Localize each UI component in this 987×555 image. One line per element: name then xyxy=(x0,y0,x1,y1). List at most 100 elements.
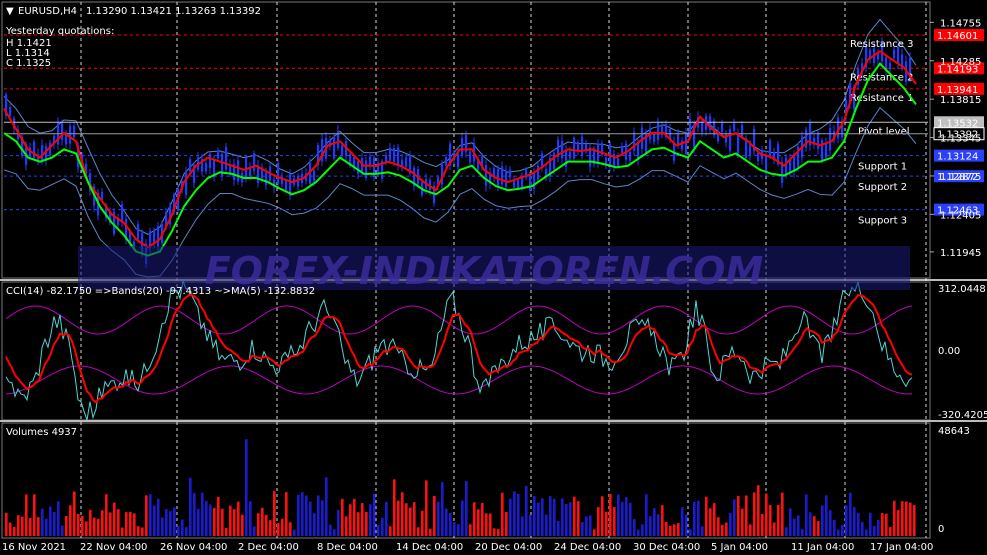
yesterday-title: Yesterday quotations: xyxy=(5,26,114,37)
volume-bar xyxy=(577,501,580,536)
volume-bar xyxy=(353,498,356,536)
volume-bar xyxy=(525,485,528,536)
candle-body xyxy=(577,142,580,151)
volume-bar xyxy=(901,501,904,536)
volume-bar xyxy=(157,498,160,536)
volume-bar xyxy=(193,492,196,536)
candle-body xyxy=(657,122,660,141)
volume-bar xyxy=(225,527,228,536)
volume-bar xyxy=(557,520,560,536)
ohlc-values: 1.13290 1.13421 1.13263 1.13392 xyxy=(86,6,261,17)
volume-bar xyxy=(621,502,624,536)
candle-body xyxy=(461,138,464,156)
volume-bar xyxy=(109,512,112,536)
volume-bar xyxy=(753,492,756,536)
volume-bar xyxy=(681,507,684,536)
volume-bar xyxy=(637,529,640,536)
volume-bar xyxy=(821,505,824,536)
volume-bar xyxy=(745,495,748,536)
volume-bar xyxy=(265,514,268,536)
time-label: 14 Dec 04:00 xyxy=(396,542,463,553)
candle-body xyxy=(633,132,636,151)
candle-body xyxy=(701,121,704,133)
volume-bar xyxy=(221,508,224,536)
volume-bar xyxy=(485,513,488,536)
volume-bar xyxy=(349,504,352,536)
volume-bar xyxy=(585,516,588,536)
volume-bar xyxy=(565,504,568,536)
volume-bar xyxy=(333,529,336,536)
volume-bar xyxy=(177,525,180,536)
candle-body xyxy=(61,123,64,140)
candle-body xyxy=(821,140,824,161)
candle-body xyxy=(733,123,736,131)
candle-body xyxy=(69,125,72,144)
time-label: 5 Jan 04:00 xyxy=(711,542,768,553)
candle-body xyxy=(729,129,732,151)
candle-body xyxy=(537,165,540,180)
volume-bar xyxy=(805,494,808,536)
volume-axis: 48643 0 xyxy=(938,426,970,535)
volume-bar xyxy=(181,519,184,536)
volume-bar xyxy=(401,492,404,536)
volume-bar xyxy=(213,507,216,536)
volume-bar xyxy=(625,497,628,536)
volume-bar xyxy=(237,501,240,536)
volume-bar xyxy=(257,513,260,536)
candle-body xyxy=(365,160,368,179)
volume-bar xyxy=(465,481,468,536)
volume-bar xyxy=(913,505,916,536)
candle-body xyxy=(405,157,408,167)
candle-body xyxy=(529,175,532,191)
volume-bar xyxy=(77,514,80,536)
volume-bar xyxy=(521,516,524,536)
volume-bar xyxy=(617,494,620,536)
volume-bar xyxy=(865,529,868,536)
volume-bar xyxy=(845,505,848,536)
volume-bar xyxy=(321,500,324,536)
candle-body xyxy=(505,171,508,187)
volume-bar xyxy=(29,518,32,536)
volume-bar xyxy=(741,508,744,536)
volume-bar xyxy=(73,491,76,536)
level-price-label: 1.13124 xyxy=(937,152,978,163)
volume-bar xyxy=(873,526,876,536)
volume-bar xyxy=(589,515,592,536)
volume-bar xyxy=(813,516,816,536)
volume-bar xyxy=(541,498,544,536)
volume-bar xyxy=(297,494,300,536)
volume-bar xyxy=(725,522,728,536)
volume-bar xyxy=(89,509,92,536)
volume-bar xyxy=(161,517,164,536)
volume-bar xyxy=(449,513,452,536)
volume-bar xyxy=(337,510,340,536)
volume-bar xyxy=(97,518,100,536)
volume-bar xyxy=(757,485,760,536)
candle-body xyxy=(829,128,832,151)
volume-bar xyxy=(653,508,656,536)
volume-bar xyxy=(857,512,860,536)
candle-body xyxy=(653,133,656,142)
volume-bar xyxy=(41,508,44,536)
volume-bar xyxy=(389,526,392,536)
candle-body xyxy=(393,148,396,162)
volume-bar xyxy=(285,492,288,536)
candle-body xyxy=(157,226,160,247)
level-name: Resistance 3 xyxy=(850,39,913,50)
level-name: Support 2 xyxy=(858,182,907,193)
volume-bar xyxy=(93,517,96,536)
volume-bar xyxy=(233,509,236,536)
price-tick: 1.13345 xyxy=(940,134,981,145)
volume-bar xyxy=(641,524,644,536)
cci-indicator xyxy=(5,278,913,421)
volume-bar xyxy=(313,513,316,536)
chart-menu-icon[interactable]: ▼ xyxy=(6,6,14,17)
candle-body xyxy=(769,140,772,157)
trading-chart[interactable]: Resistance 31.14601Resistance 21.14193Re… xyxy=(0,0,987,555)
volume-bar xyxy=(881,512,884,536)
volume-bar xyxy=(721,524,724,536)
volume-bar xyxy=(877,519,880,536)
volume-bar xyxy=(705,496,708,536)
level-price-label: 1.14601 xyxy=(937,31,978,42)
volume-bar xyxy=(377,525,380,536)
